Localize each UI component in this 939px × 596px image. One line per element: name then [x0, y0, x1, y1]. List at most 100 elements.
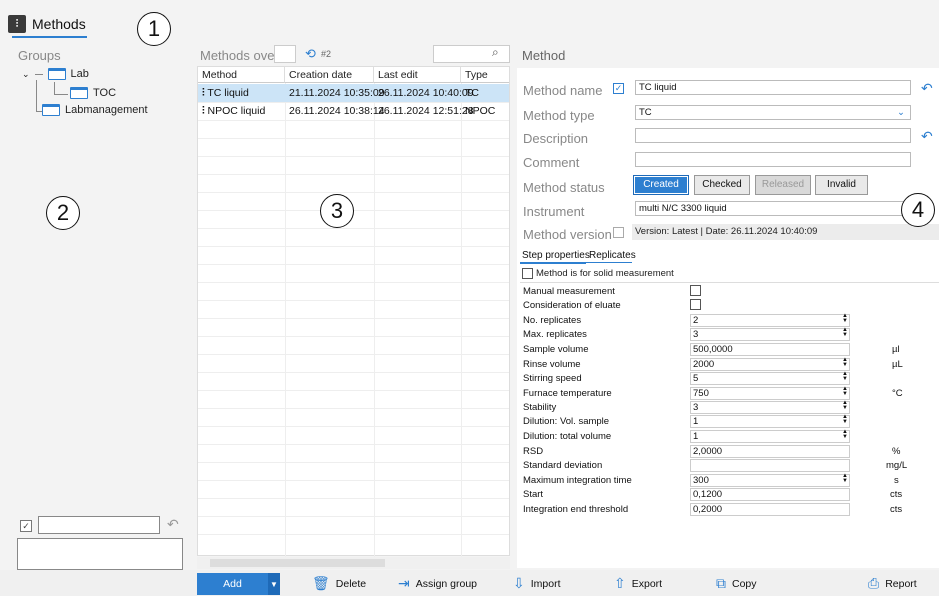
export-label: Export — [631, 577, 663, 590]
methods-tab[interactable]: ⫶ Methods — [8, 10, 86, 38]
row-divider — [198, 336, 509, 337]
group-description-area[interactable] — [17, 538, 183, 570]
tree-item-lab[interactable]: ⌄ Lab — [22, 68, 89, 80]
status-invalid-button[interactable]: Invalid — [815, 175, 868, 195]
row-divider — [198, 282, 509, 283]
status-checked-button[interactable]: Checked — [694, 175, 750, 195]
tree-connector — [54, 82, 55, 94]
creation-date-cell: 21.11.2024 10:35:09 — [289, 87, 385, 99]
spinner-icon[interactable]: ▲ ▼ — [842, 386, 848, 397]
methods-table: Method Creation date Last edit Type ⫶ TC… — [197, 66, 510, 557]
column-header[interactable]: Last edit — [374, 67, 461, 83]
tab-underline — [586, 262, 632, 263]
undo-icon[interactable]: ↶ — [921, 128, 933, 145]
rsd-field[interactable]: 2,0000 — [690, 445, 850, 458]
stirring-speed-field[interactable]: 5 — [690, 372, 850, 385]
scrollbar-thumb[interactable] — [210, 559, 385, 567]
prop-label: RSD — [523, 446, 544, 457]
row-divider — [198, 318, 509, 319]
tree-item-labmanagement[interactable]: Labmanagement — [42, 104, 148, 116]
stability-field[interactable]: 3 — [690, 401, 850, 414]
copy-label: Copy — [732, 577, 757, 590]
table-row[interactable]: ⫶ NPOC liquid — [198, 102, 285, 120]
manual-measurement-checkbox[interactable] — [690, 285, 701, 296]
column-header[interactable]: Method — [198, 67, 285, 83]
tree-item-toc[interactable]: TOC — [70, 87, 116, 99]
search-icon[interactable]: ⌕ — [492, 45, 499, 60]
add-button[interactable]: Add — [197, 573, 268, 595]
group-edit-checkbox[interactable]: ✓ — [20, 520, 32, 532]
methods-tab-label: Methods — [32, 16, 86, 32]
method-version-info: Version: Latest | Date: 26.11.2024 10:40… — [632, 224, 939, 240]
unit-label: µL — [892, 359, 903, 370]
import-button[interactable]: ⇩ Import — [513, 575, 561, 592]
furnace-temperature-field[interactable]: 750 — [690, 387, 850, 400]
comment-field[interactable] — [635, 152, 911, 167]
method-version-label: Method version — [523, 227, 612, 242]
spinner-icon[interactable]: ▲ ▼ — [842, 400, 848, 411]
spinner-icon[interactable]: ▲ ▼ — [842, 357, 848, 368]
groups-title: Groups — [18, 48, 61, 63]
delete-button[interactable]: 🗑 Delete — [312, 575, 366, 592]
rinse-volume-field[interactable]: 2000 — [690, 358, 850, 371]
column-header[interactable]: Type — [461, 67, 509, 83]
max-replicates-field[interactable]: 3 — [690, 328, 850, 341]
prop-label: Standard deviation — [523, 460, 603, 471]
copy-icon: ⧉ — [716, 575, 726, 591]
prop-label: Manual measurement — [523, 286, 615, 297]
spinner-icon[interactable]: ▲ ▼ — [842, 313, 848, 324]
prop-label: Stability — [523, 402, 557, 413]
method-name-cell: TC liquid — [207, 87, 249, 99]
max-integration-time-field[interactable]: 300 — [690, 474, 850, 487]
prop-label: Integration end threshold — [523, 504, 629, 515]
chevron-down-icon[interactable]: ⌄ — [22, 69, 30, 80]
consideration-eluate-checkbox[interactable] — [690, 299, 701, 310]
no-replicates-field[interactable]: 2 — [690, 314, 850, 327]
integration-end-threshold-field[interactable]: 0,2000 — [690, 503, 850, 516]
column-divider — [374, 83, 375, 557]
solid-measurement-checkbox[interactable] — [522, 268, 533, 279]
unit-label: cts — [890, 489, 903, 500]
spinner-icon[interactable]: ▲ ▼ — [842, 473, 848, 484]
standard-deviation-field[interactable] — [690, 459, 850, 472]
group-name-input[interactable] — [38, 516, 160, 534]
method-version-checkbox[interactable] — [613, 227, 624, 238]
tree-connector — [34, 73, 43, 75]
column-header[interactable]: Creation date — [285, 67, 374, 83]
copy-button[interactable]: ⧉ Copy — [716, 575, 757, 592]
spinner-icon[interactable]: ▲ ▼ — [842, 327, 848, 338]
assign-group-button[interactable]: ⇥ Assign group — [398, 575, 477, 592]
overview-filter-input[interactable] — [274, 45, 296, 63]
methods-overview-title: Methods overv — [200, 48, 286, 63]
undo-icon[interactable]: ↶ — [167, 516, 179, 533]
report-button[interactable]: ⎙ Report — [868, 575, 917, 592]
method-type-select[interactable]: TC ⌄ — [635, 105, 911, 120]
export-button[interactable]: ⇧ Export — [614, 575, 662, 592]
spinner-icon[interactable]: ▲ ▼ — [842, 414, 848, 425]
instrument-field[interactable]: multi N/C 3300 liquid — [635, 201, 911, 216]
method-name-field[interactable]: TC liquid — [635, 80, 911, 95]
method-icon: ⫶ — [202, 87, 205, 99]
refresh-icon[interactable]: ⟲ — [305, 46, 316, 62]
add-dropdown-arrow-icon[interactable]: ▼ — [268, 573, 280, 595]
spinner-icon[interactable]: ▲ ▼ — [842, 371, 848, 382]
table-row[interactable]: ⫶ TC liquid — [198, 84, 285, 102]
start-field[interactable]: 0,1200 — [690, 488, 850, 501]
tab-step-properties[interactable]: Step properties — [522, 250, 590, 261]
sample-volume-field[interactable]: 500,0000 — [690, 343, 850, 356]
method-name-checkbox[interactable]: ✓ — [613, 83, 624, 94]
row-divider — [198, 120, 509, 121]
status-released-button[interactable]: Released — [755, 175, 811, 195]
description-field[interactable] — [635, 128, 911, 143]
last-edit-cell: 26.11.2024 12:51:28 — [378, 105, 474, 117]
dilution-vol-sample-field[interactable]: 1 — [690, 415, 850, 428]
tab-replicates[interactable]: Replicates — [589, 250, 636, 261]
undo-icon[interactable]: ↶ — [921, 80, 933, 97]
callout-1: 1 — [137, 12, 171, 46]
unit-label: cts — [890, 504, 903, 515]
column-divider — [285, 83, 286, 557]
chevron-down-icon[interactable]: ⌄ — [897, 106, 905, 120]
spinner-icon[interactable]: ▲ ▼ — [842, 429, 848, 440]
status-created-button[interactable]: Created — [633, 175, 689, 195]
dilution-total-volume-field[interactable]: 1 — [690, 430, 850, 443]
